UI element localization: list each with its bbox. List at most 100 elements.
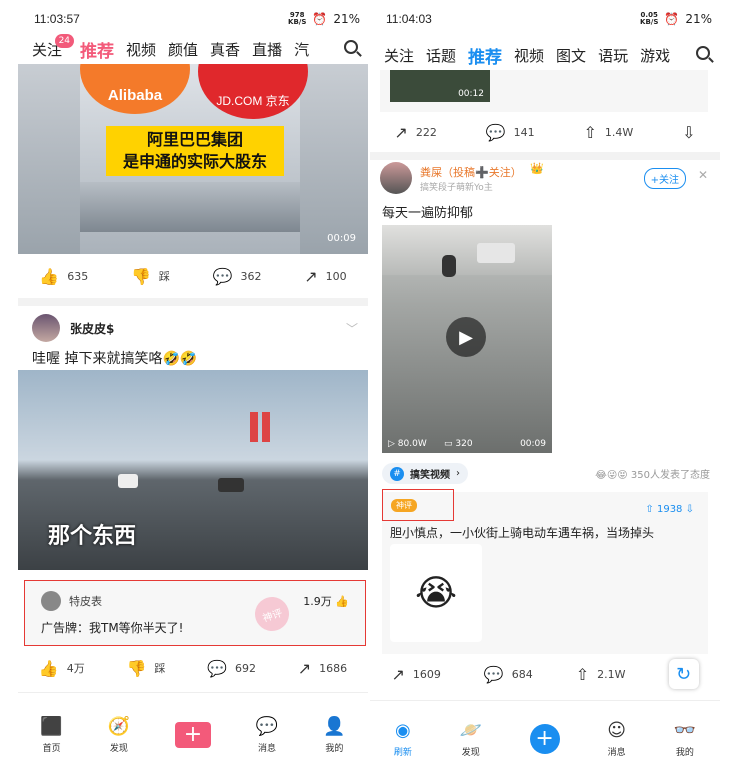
tab-recommend[interactable]: 推荐 (462, 43, 508, 68)
thumb-down-icon: 👎 (126, 658, 147, 678)
tab-video[interactable]: 视频 (120, 39, 162, 60)
chevron-right-icon: › (456, 468, 460, 479)
nav-refresh[interactable]: ◉ 刷新 (394, 720, 412, 758)
emoji-icons: 😂😜😝 (595, 470, 628, 481)
arrow-down-icon: ⇩ (685, 504, 694, 515)
comment-icon: 💬 (207, 658, 228, 678)
nav-post[interactable]: + (174, 721, 211, 748)
reactions-summary: 😂😜😝 350人发表了态度 (595, 470, 710, 481)
arrow-down-icon: ⇩ (682, 122, 696, 142)
post-text: 每天一遍防抑郁 (382, 206, 474, 221)
tab-zhenxiang[interactable]: 真香 (204, 39, 246, 60)
nav-home[interactable]: ⬛ 首页 (40, 716, 62, 754)
nav-discover[interactable]: 🪐 发现 (460, 720, 482, 758)
bottom-nav: ◉ 刷新 🪐 发现 + ☺ 消息 👓 我的 (370, 700, 720, 776)
arrow-up-icon: ⇧ (645, 504, 654, 515)
tab-recommend[interactable]: 推荐 (74, 37, 120, 62)
tab-voice-play[interactable]: 语玩 (592, 45, 634, 66)
nav-messages[interactable]: 💬 消息 (256, 716, 278, 754)
tab-games[interactable]: 游戏 (634, 45, 676, 66)
refresh-icon: ↻ (669, 659, 699, 689)
tab-topic[interactable]: 话题 (420, 45, 462, 66)
bottom-nav: ⬛ 首页 🧭 发现 + 💬 消息 👤 我的 (18, 692, 368, 776)
author-name[interactable]: 粪屎（投稿➕关注） (420, 164, 522, 180)
downvote-button[interactable]: ⇩ (682, 123, 695, 142)
refresh-float[interactable]: ↻ (669, 659, 699, 689)
like-button[interactable]: 👍 635 (39, 267, 88, 286)
chevron-down-icon[interactable]: ﹀ (346, 320, 358, 337)
search-icon[interactable] (696, 46, 710, 60)
dislike-button[interactable]: 👎 踩 (131, 267, 170, 286)
share-button[interactable]: ↗ 1686 (298, 659, 347, 678)
smile-icon: ☺ (607, 719, 627, 741)
video-player-2[interactable]: 那个东西 (18, 370, 368, 570)
god-comment[interactable]: 神评 ⇧ 1938 ⇩ 胆小慎点，一小伙街上骑电动车遇车祸，当场掉头 😭 (382, 489, 708, 654)
comment-button[interactable]: 💬 692 (207, 659, 256, 678)
search-icon[interactable] (344, 40, 358, 54)
post-header: 张皮皮$ ﹀ (32, 312, 358, 344)
comment-button[interactable]: 💬 141 (486, 123, 535, 142)
city-skyline (80, 182, 300, 232)
share-icon: ↗ (391, 664, 405, 684)
tab-car[interactable]: 汽 (288, 39, 315, 60)
thumb-up-icon: 👍 (38, 658, 59, 678)
tab-follow[interactable]: 关注 24 (18, 33, 75, 60)
share-button[interactable]: ↗ 222 (394, 123, 436, 142)
author-name[interactable]: 张皮皮$ (70, 320, 114, 337)
upvote-button[interactable]: ⇧ 2.1W (576, 665, 626, 684)
comment-like[interactable]: 1.9万 👍 (303, 593, 349, 609)
nav-me[interactable]: 👓 我的 (674, 720, 696, 758)
upvote-button[interactable]: ⇧ 1.4W (583, 123, 633, 142)
god-comment-text: 胆小慎点，一小伙街上骑电动车遇车祸，当场掉头 (390, 526, 655, 540)
plus-icon: + (174, 721, 211, 748)
video-player[interactable]: ▶ ▷ 80.0W ▭ 320 00:09 (382, 225, 552, 453)
battery-level: 21% (685, 12, 712, 26)
avatar[interactable] (32, 314, 60, 342)
meme-image[interactable]: 😭 (390, 544, 482, 642)
message-icon: 💬 (255, 715, 279, 737)
tab-looks[interactable]: 颜值 (162, 39, 204, 60)
share-button[interactable]: ↗ 1609 (391, 665, 440, 684)
action-bar-1: 👍 635 👎 踩 💬 362 ↗ 100 (18, 254, 368, 298)
tab-live[interactable]: 直播 (246, 39, 288, 60)
network-speed: 0.05 KB/S (640, 11, 659, 26)
prev-video-thumb[interactable]: 00:12 (390, 70, 490, 102)
left-screenshot: 11:03:57 978 KB/S ⏰ 21% 关注 24 推荐 视频 颜值 真香 … (18, 0, 368, 776)
headline-box: 阿里巴巴集团 是申通的实际大股东 (106, 126, 284, 176)
dislike-button[interactable]: 👎 踩 (126, 659, 165, 678)
hot-comment[interactable]: 特皮表 神评 1.9万 👍 广告牌：我TM等你半天了! (24, 580, 366, 646)
danmaku-count: ▭ 320 (444, 439, 473, 449)
comment-button[interactable]: 💬 684 (484, 665, 533, 684)
topic-chip[interactable]: # 搞笑视频 › (382, 463, 468, 484)
nav-post[interactable]: + (529, 723, 560, 754)
share-button[interactable]: ↗ 100 (304, 267, 346, 286)
status-bar: 11:03:57 978 KB/S ⏰ 21% (18, 0, 368, 36)
status-bar: 11:04:03 0.05 KB/S ⏰ 21% (370, 0, 720, 36)
tab-image-text[interactable]: 图文 (550, 45, 592, 66)
like-button[interactable]: 👍 4万 (39, 659, 85, 678)
tab-video[interactable]: 视频 (508, 45, 550, 66)
comment-avatar[interactable] (41, 591, 61, 611)
play-count: ▷ 80.0W (388, 439, 427, 449)
post-text: 哇喔 掉下来就搞笑咯🤣🤣 (32, 351, 198, 367)
nav-discover[interactable]: 🧭 发现 (108, 716, 130, 754)
comment-button[interactable]: 💬 362 (213, 267, 262, 286)
refresh-icon: ◉ (394, 719, 411, 741)
nav-me[interactable]: 👤 我的 (323, 716, 345, 754)
tab-follow[interactable]: 关注 (378, 45, 420, 66)
avatar[interactable] (380, 162, 412, 194)
action-bar-1: ↗ 1609 💬 684 ⇧ 2.1W ↻ (370, 652, 720, 696)
follow-button[interactable]: +关注 (643, 168, 686, 189)
comment-icon: 💬 (212, 266, 233, 286)
comment-author[interactable]: 特皮表 (69, 593, 102, 609)
alarm-icon: ⏰ (664, 12, 680, 26)
follow-badge: 24 (54, 33, 75, 48)
arrow-up-icon: ⇧ (583, 122, 597, 142)
play-icon[interactable]: ▶ (446, 317, 486, 357)
video-player-1[interactable]: Alibaba JD.COM 京东 阿里巴巴集团 是申通的实际大股东 00:09 (18, 64, 368, 254)
upvote-count[interactable]: ⇧ 1938 ⇩ (645, 504, 694, 515)
video-duration: 00:09 (520, 439, 546, 449)
close-icon[interactable]: ✕ (698, 168, 708, 182)
nav-messages[interactable]: ☺ 消息 (607, 720, 626, 758)
planet-icon: 🪐 (459, 719, 482, 741)
